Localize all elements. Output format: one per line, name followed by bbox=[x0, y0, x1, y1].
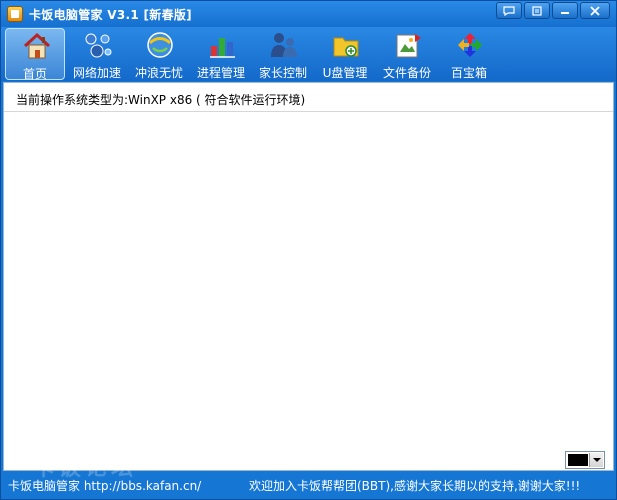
system-info-text: 当前操作系统类型为:WinXP x86 ( 符合软件运行环境) bbox=[16, 93, 306, 107]
tab-usb-manager[interactable]: U盘管理 bbox=[315, 28, 375, 80]
tab-label: 首页 bbox=[22, 67, 47, 81]
feedback-button[interactable] bbox=[496, 2, 522, 19]
menu-button[interactable] bbox=[524, 2, 550, 19]
main-content-panel: 当前操作系统类型为:WinXP x86 ( 符合软件运行环境) bbox=[3, 82, 614, 471]
main-toolbar: 首页 网络加速 冲浪无忧 进程管理 家长控制 U盘管理 文件备份 百宝箱 bbox=[1, 27, 616, 81]
tab-toolbox[interactable]: 百宝箱 bbox=[439, 28, 499, 80]
app-window: 卡饭电脑管家 V3.1 [新春版] 首页 网络加速 冲浪无忧 进程管理 家长控制… bbox=[0, 0, 617, 500]
tab-process-manager[interactable]: 进程管理 bbox=[191, 28, 251, 80]
window-controls bbox=[496, 2, 610, 19]
home-icon bbox=[23, 32, 51, 59]
tab-label: 冲浪无忧 bbox=[134, 66, 183, 80]
menu-icon bbox=[532, 5, 542, 16]
title-bar[interactable]: 卡饭电脑管家 V3.1 [新春版] bbox=[1, 1, 616, 27]
tab-label: U盘管理 bbox=[322, 66, 368, 80]
tab-label: 文件备份 bbox=[382, 66, 431, 80]
network-icon bbox=[85, 33, 112, 58]
status-bar: 卡饭电脑管家 http://bbs.kafan.cn/ 欢迎加入卡饭帮帮团(BB… bbox=[1, 473, 616, 499]
tab-file-backup[interactable]: 文件备份 bbox=[377, 28, 437, 80]
minimize-button[interactable] bbox=[552, 2, 578, 19]
chevron-down-icon[interactable] bbox=[589, 453, 603, 467]
chat-bubble-icon bbox=[503, 5, 515, 16]
process-icon bbox=[210, 38, 235, 58]
tab-label: 百宝箱 bbox=[450, 66, 487, 80]
parental-icon bbox=[271, 33, 297, 57]
close-icon bbox=[590, 5, 600, 16]
tab-network-accelerate[interactable]: 网络加速 bbox=[67, 28, 127, 80]
divider bbox=[4, 111, 613, 112]
tab-label: 家长控制 bbox=[258, 66, 307, 80]
browser-icon bbox=[147, 32, 173, 58]
window-title: 卡饭电脑管家 V3.1 [新春版] bbox=[29, 8, 192, 22]
app-logo-icon bbox=[7, 6, 23, 22]
color-picker[interactable] bbox=[565, 451, 605, 469]
tab-label: 进程管理 bbox=[196, 66, 245, 80]
backup-icon bbox=[396, 34, 421, 58]
tab-label: 网络加速 bbox=[72, 66, 121, 80]
tab-parental-control[interactable]: 家长控制 bbox=[253, 28, 313, 80]
status-left-text[interactable]: 卡饭电脑管家 http://bbs.kafan.cn/ bbox=[8, 477, 201, 494]
tab-safe-surfing[interactable]: 冲浪无忧 bbox=[129, 28, 189, 80]
minimize-icon bbox=[561, 11, 569, 14]
color-swatch bbox=[568, 454, 588, 466]
status-right-text: 欢迎加入卡饭帮帮团(BBT),感谢大家长期以的支持,谢谢大家!!! bbox=[249, 479, 581, 493]
usb-folder-icon bbox=[333, 37, 359, 57]
toolbox-icon bbox=[458, 33, 482, 57]
close-button[interactable] bbox=[580, 2, 610, 19]
tab-home[interactable]: 首页 bbox=[5, 28, 65, 81]
